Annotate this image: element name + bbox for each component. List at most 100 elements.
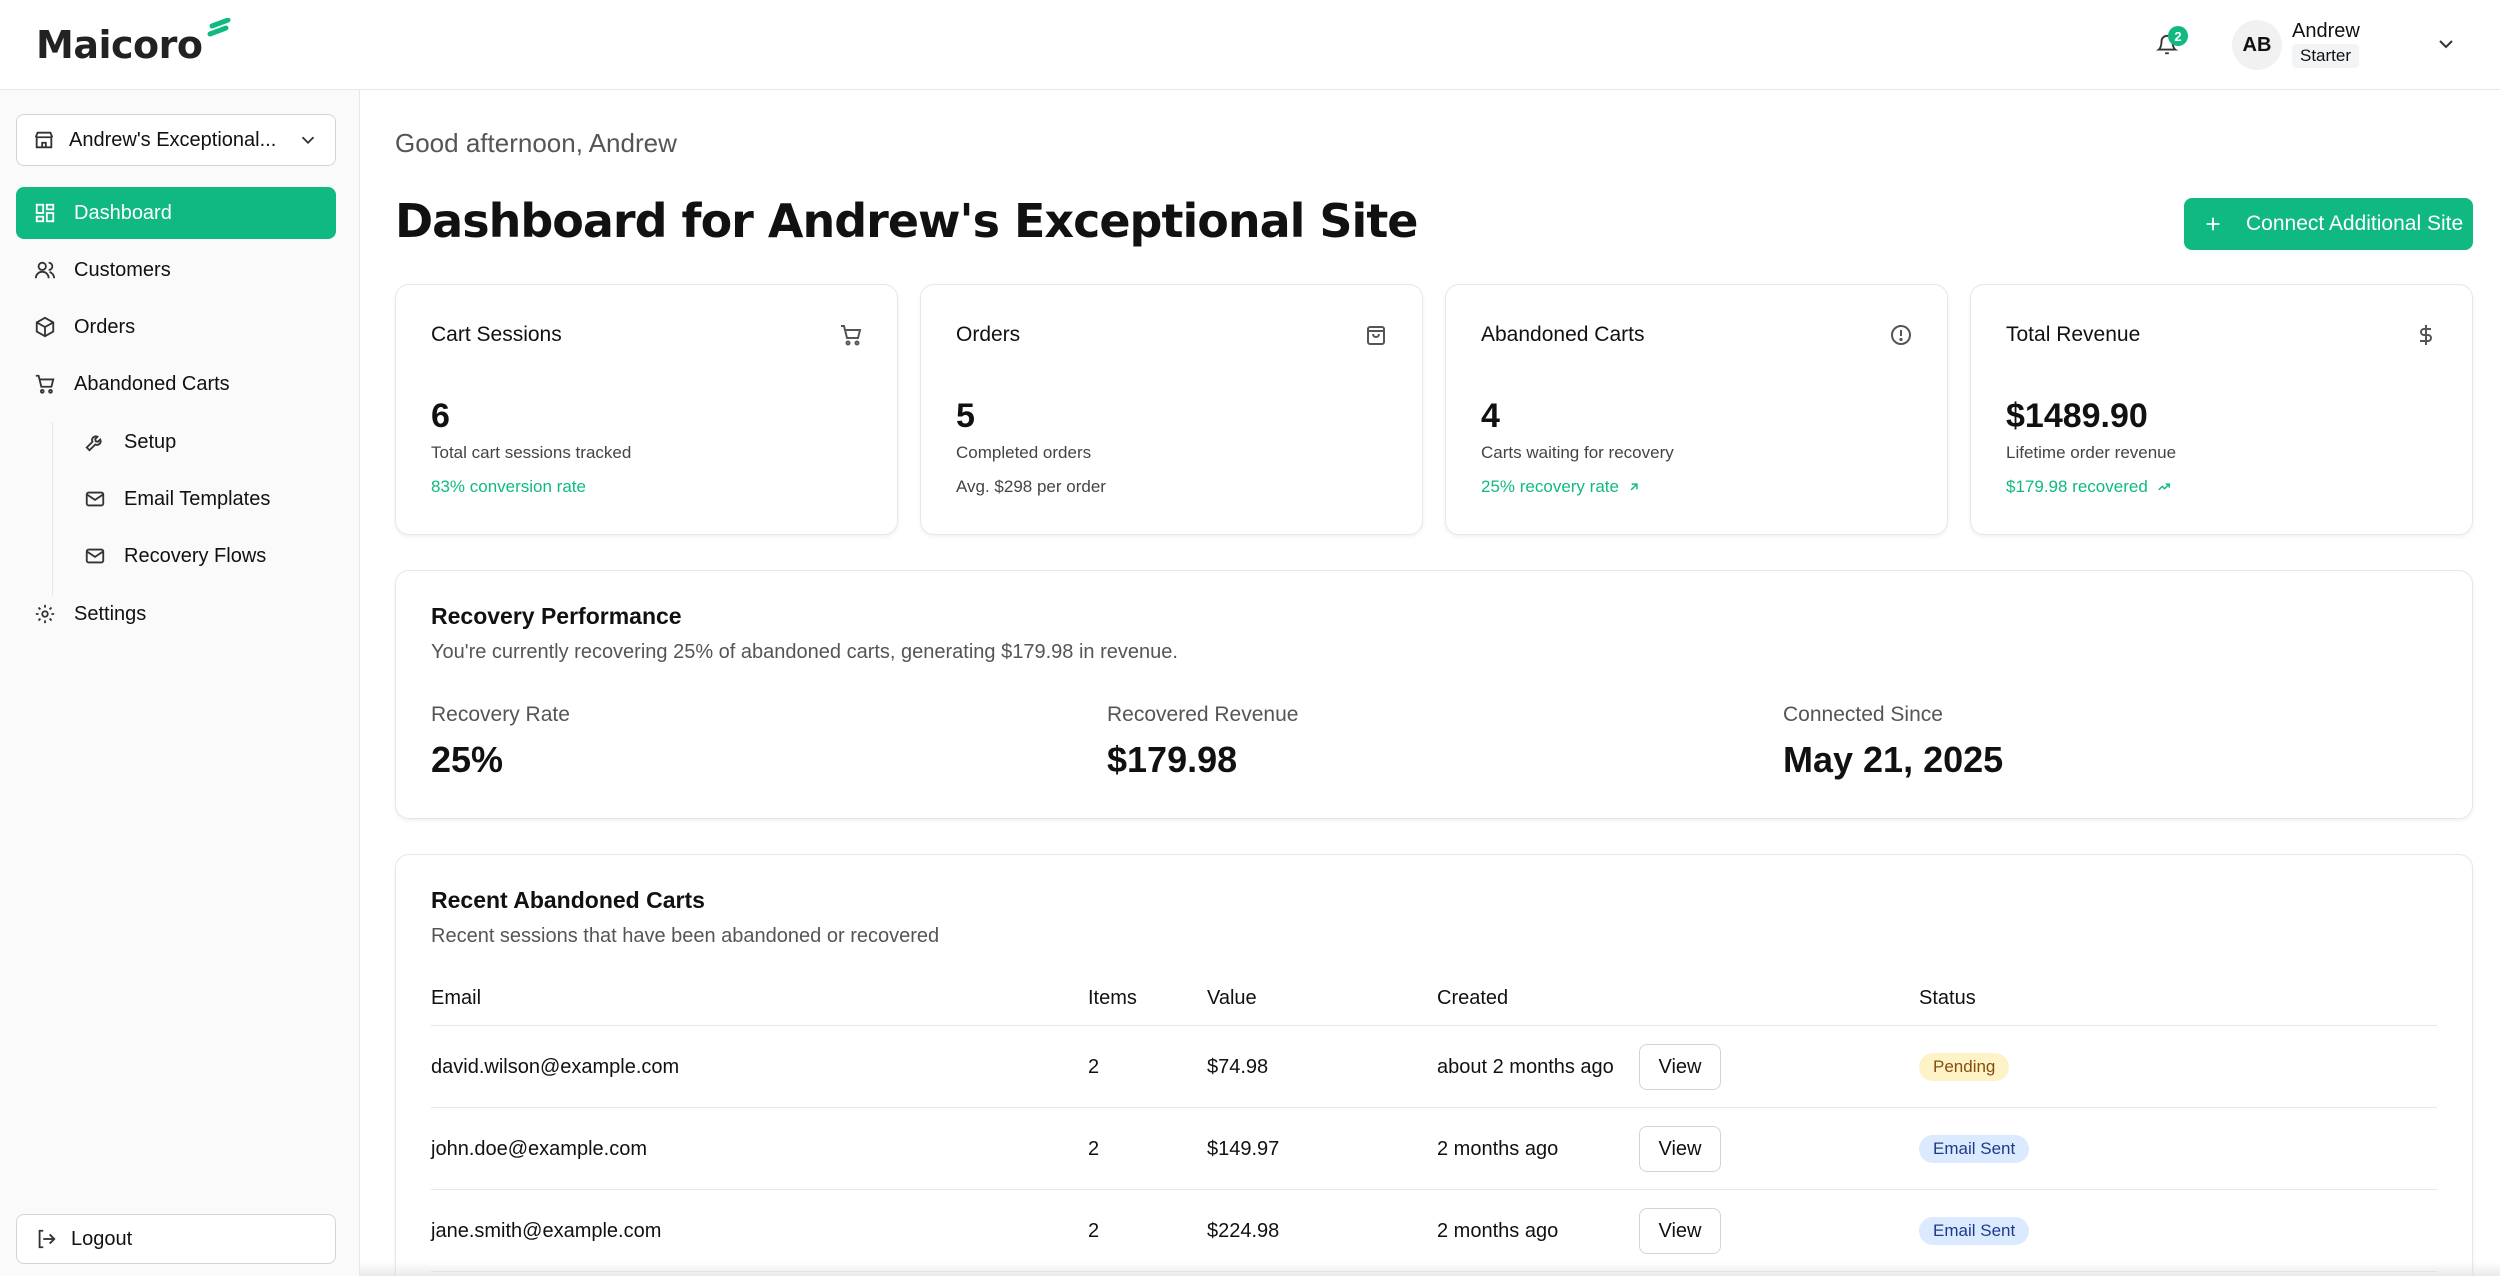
user-name: Andrew xyxy=(2292,20,2360,42)
table-row: jane.smith@example.com 2 $224.98 2 month… xyxy=(431,1190,2437,1272)
logout-button[interactable]: Logout xyxy=(16,1214,336,1264)
sidebar-item-customers[interactable]: Customers xyxy=(16,244,336,296)
mail-icon xyxy=(85,548,105,564)
sidebar-item-label: Recovery Flows xyxy=(124,544,267,567)
bag-icon xyxy=(1367,326,1385,345)
section-description: You're currently recovering 25% of aband… xyxy=(431,641,1178,663)
notification-bell[interactable]: 2 xyxy=(2150,26,2188,62)
sidebar-item-label: Abandoned Carts xyxy=(74,372,230,395)
cell-created: 2 months ago xyxy=(1437,1220,1559,1242)
cart-icon xyxy=(35,374,55,394)
site-selector[interactable]: Andrew's Exceptional... xyxy=(16,114,336,166)
stat-value: 6 xyxy=(431,397,450,435)
stat-card-orders: Orders 5 Completed orders Avg. $298 per … xyxy=(920,284,1423,535)
stat-value: 5 xyxy=(956,397,975,435)
sidebar-item-label: Orders xyxy=(74,315,136,338)
metric-label: Recovery Rate xyxy=(431,703,570,726)
sidebar: Andrew's Exceptional... Dashboard Custom… xyxy=(0,90,360,1276)
dollar-icon xyxy=(2420,325,2432,345)
plus-icon xyxy=(2206,217,2220,231)
column-header-email: Email xyxy=(431,987,482,1009)
plan-badge: Starter xyxy=(2292,44,2360,68)
stat-extra-text: Avg. $298 per order xyxy=(956,477,1106,496)
status-badge: Email Sent xyxy=(1919,1135,2030,1163)
notification-count-badge: 2 xyxy=(2168,26,2188,46)
stat-extra: $179.98 recovered xyxy=(2006,477,2172,497)
stat-extra: 25% recovery rate xyxy=(1481,477,1641,497)
stat-title: Total Revenue xyxy=(2006,323,2141,346)
package-icon xyxy=(35,316,55,338)
column-header-value: Value xyxy=(1207,987,1257,1009)
stat-card-total-revenue: Total Revenue $1489.90 Lifetime order re… xyxy=(1970,284,2473,535)
stat-subtitle: Total cart sessions tracked xyxy=(431,443,632,462)
connect-site-button[interactable]: Connect Additional Site xyxy=(2184,198,2473,250)
stat-subtitle: Lifetime order revenue xyxy=(2006,443,2177,462)
stat-extra-text: $179.98 recovered xyxy=(2006,477,2148,496)
view-button[interactable]: View xyxy=(1639,1208,1721,1254)
metric-value: May 21, 2025 xyxy=(1783,739,2004,780)
cell-created: about 2 months ago xyxy=(1437,1056,1614,1078)
metric-label: Recovered Revenue xyxy=(1107,703,1299,726)
stat-subtitle: Completed orders xyxy=(956,443,1092,462)
greeting: Good afternoon, Andrew xyxy=(395,128,677,158)
stat-card-abandoned-carts: Abandoned Carts 4 Carts waiting for reco… xyxy=(1445,284,1948,535)
logo-text: Maicoro xyxy=(36,23,203,67)
cell-items: 2 xyxy=(1088,1220,1100,1242)
stat-extra-text: 83% conversion rate xyxy=(431,477,586,496)
stat-value: 4 xyxy=(1481,397,1500,435)
column-header-status: Status xyxy=(1919,987,1976,1009)
view-button[interactable]: View xyxy=(1639,1044,1721,1090)
stat-extra: Avg. $298 per order xyxy=(956,477,1106,497)
section-title: Recovery Performance xyxy=(431,603,682,629)
sidebar-item-label: Email Templates xyxy=(124,487,271,510)
avatar[interactable]: AB xyxy=(2232,20,2282,70)
table-row: david.wilson@example.com 2 $74.98 about … xyxy=(431,1026,2437,1108)
cell-email: david.wilson@example.com xyxy=(431,1056,680,1078)
gear-icon xyxy=(35,604,55,624)
cell-email: jane.smith@example.com xyxy=(431,1220,662,1242)
sidebar-item-label: Dashboard xyxy=(74,201,172,224)
logout-icon xyxy=(38,1229,56,1249)
stat-card-cart-sessions: Cart Sessions 6 Total cart sessions trac… xyxy=(395,284,898,535)
sidebar-item-email-templates[interactable]: Email Templates xyxy=(70,473,336,525)
stat-value: $1489.90 xyxy=(2006,397,2148,435)
page-title: Dashboard for Andrew's Exceptional Site xyxy=(395,194,1419,248)
metric-label: Connected Since xyxy=(1783,703,1943,726)
logout-label: Logout xyxy=(71,1227,133,1250)
sidebar-item-abandoned-carts[interactable]: Abandoned Carts xyxy=(16,358,336,410)
submenu-divider xyxy=(52,422,53,596)
logo[interactable]: Maicoro xyxy=(36,18,231,70)
top-header: Maicoro 2 AB Andrew Starter xyxy=(0,0,2500,90)
view-button[interactable]: View xyxy=(1639,1126,1721,1172)
users-icon xyxy=(34,261,56,279)
sidebar-item-setup[interactable]: Setup xyxy=(70,416,336,468)
stat-title: Orders xyxy=(956,323,1021,346)
mail-icon xyxy=(85,491,105,507)
recent-abandoned-carts-card: Recent Abandoned Carts Recent sessions t… xyxy=(395,854,2473,1276)
stat-extra: 83% conversion rate xyxy=(431,477,586,497)
stat-title: Cart Sessions xyxy=(431,323,562,346)
sidebar-item-recovery-flows[interactable]: Recovery Flows xyxy=(70,530,336,582)
section-title: Recent Abandoned Carts xyxy=(431,887,705,913)
stat-title: Abandoned Carts xyxy=(1481,323,1645,346)
connect-site-label: Connect Additional Site xyxy=(2246,212,2464,235)
stat-extra-text: 25% recovery rate xyxy=(1481,477,1619,496)
sidebar-item-settings[interactable]: Settings xyxy=(16,588,336,640)
status-badge: Pending xyxy=(1919,1053,2010,1081)
column-header-created: Created xyxy=(1437,987,1509,1009)
chevron-down-icon[interactable] xyxy=(2434,32,2458,56)
trending-up-icon xyxy=(2158,483,2170,491)
store-icon xyxy=(34,131,54,149)
cell-items: 2 xyxy=(1088,1138,1100,1160)
sidebar-item-orders[interactable]: Orders xyxy=(16,301,336,353)
sidebar-item-dashboard[interactable]: Dashboard xyxy=(16,187,336,239)
stat-subtitle: Carts waiting for recovery xyxy=(1481,443,1674,462)
sidebar-item-label: Customers xyxy=(74,258,171,281)
chevron-down-icon xyxy=(301,136,315,145)
cell-value: $224.98 xyxy=(1207,1220,1280,1242)
cell-email: john.doe@example.com xyxy=(431,1138,647,1160)
cell-items: 2 xyxy=(1088,1056,1100,1078)
sidebar-item-label: Settings xyxy=(74,602,147,625)
site-selector-label: Andrew's Exceptional... xyxy=(69,128,277,151)
metric-value: $179.98 xyxy=(1107,739,1238,780)
